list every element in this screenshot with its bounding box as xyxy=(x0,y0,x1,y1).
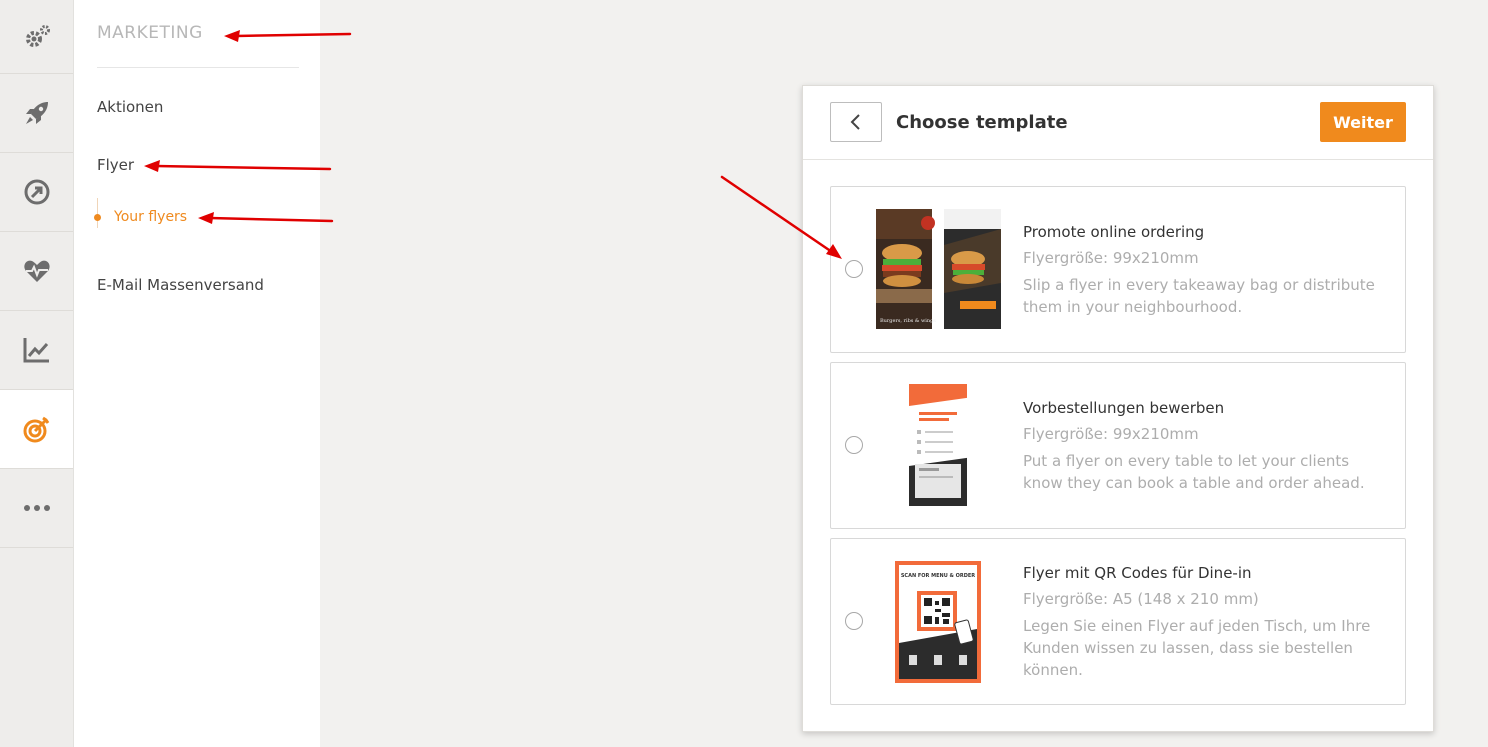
rail-item-growth[interactable] xyxy=(0,153,73,232)
template-card-preorders[interactable]: Vorbestellungen bewerben Flyergröße: 99x… xyxy=(830,362,1406,529)
target-arrow-circle-icon xyxy=(24,179,49,205)
template-radio[interactable] xyxy=(845,260,863,278)
template-radio[interactable] xyxy=(845,612,863,630)
template-size: Flyergröße: 99x210mm xyxy=(1023,249,1199,267)
panel-title: Choose template xyxy=(896,112,1068,133)
sidebar-title: MARKETING xyxy=(97,23,203,43)
back-button[interactable] xyxy=(830,102,882,142)
chevron-left-icon xyxy=(850,114,860,130)
template-card-online-ordering[interactable]: Burgers, ribs & wings Promote online ord… xyxy=(830,186,1406,353)
template-title: Flyer mit QR Codes für Dine-in xyxy=(1023,564,1252,582)
template-size: Flyergröße: A5 (148 x 210 mm) xyxy=(1023,590,1259,608)
flyer-thumbnail: SCAN FOR MENU & ORDER xyxy=(895,561,981,683)
sidebar-item-aktionen[interactable]: Aktionen xyxy=(97,98,163,116)
panel-header: Choose template Weiter xyxy=(803,86,1433,160)
rail-item-reports[interactable] xyxy=(0,311,73,390)
weiter-button[interactable]: Weiter xyxy=(1320,102,1406,142)
template-size: Flyergröße: 99x210mm xyxy=(1023,425,1199,443)
rail-item-settings[interactable] xyxy=(0,0,73,74)
flyer-thumbnail xyxy=(909,384,967,506)
sidebar-item-email[interactable]: E-Mail Massenversand xyxy=(97,276,264,294)
template-card-qr-dinein[interactable]: SCAN FOR MENU & ORDER Flyer mit QR Codes… xyxy=(830,538,1406,705)
gears-icon xyxy=(25,24,50,47)
template-description: Slip a flyer in every takeaway bag or di… xyxy=(1023,276,1375,316)
template-radio[interactable] xyxy=(845,436,863,454)
thumb-caption: Burgers, ribs & wings xyxy=(880,318,936,324)
flyer-thumbnail: Burgers, ribs & wings xyxy=(876,209,1001,329)
sidebar-item-flyer[interactable]: Flyer xyxy=(97,156,134,174)
choose-template-panel: Choose template Weiter Burgers, ribs & w… xyxy=(802,85,1434,732)
sidebar-divider xyxy=(97,67,299,68)
rail-item-marketing[interactable] xyxy=(0,390,73,469)
line-chart-icon xyxy=(23,338,49,363)
heart-pulse-icon xyxy=(23,260,50,282)
rail-item-health[interactable] xyxy=(0,232,73,311)
rail-item-more[interactable] xyxy=(0,469,73,548)
marketing-sidebar: MARKETING Aktionen Flyer Your flyers E-M… xyxy=(74,0,320,747)
active-dot-icon xyxy=(94,214,101,221)
icon-rail xyxy=(0,0,74,747)
template-description: Put a flyer on every table to let your c… xyxy=(1023,452,1365,492)
target-icon xyxy=(23,416,49,443)
more-dots-icon xyxy=(23,505,50,511)
sidebar-subitem-your-flyers[interactable]: Your flyers xyxy=(114,209,187,225)
subitem-line xyxy=(97,198,98,228)
rail-item-launch[interactable] xyxy=(0,74,73,153)
thumb-caption: SCAN FOR MENU & ORDER xyxy=(901,573,975,579)
template-title: Promote online ordering xyxy=(1023,223,1205,241)
template-title: Vorbestellungen bewerben xyxy=(1023,399,1225,417)
rocket-icon xyxy=(25,102,48,124)
template-description: Legen Sie einen Flyer auf jeden Tisch, u… xyxy=(1023,617,1371,679)
